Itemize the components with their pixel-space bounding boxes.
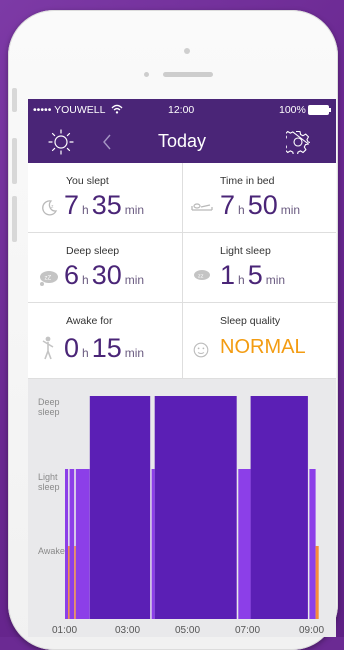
- bed-icon: [191, 203, 213, 211]
- deep-sleep-hours: 6: [64, 260, 80, 290]
- x-tick-label: 01:00: [52, 625, 78, 636]
- svg-text:zz: zz: [198, 274, 204, 280]
- column-divider: [182, 303, 183, 378]
- minutes-unit: min: [124, 346, 145, 360]
- stats-row-awake-quality: Awake for 0 h 15 min Sleep quality NORMAL: [28, 303, 336, 379]
- awake-for-value: 0 h 15 min: [64, 333, 147, 364]
- sleep-stage-bar: [151, 469, 155, 619]
- battery-percent: 100%: [279, 104, 306, 116]
- you-slept-hours: 7: [64, 190, 80, 220]
- wifi-icon: [111, 104, 123, 114]
- you-slept-value: 7 h 35 min: [64, 190, 147, 221]
- deep-sleep-cloud-icon: zZ: [40, 271, 58, 286]
- sleep-stage-bar: [309, 469, 316, 619]
- light-sleep-cloud-icon: zz: [194, 270, 210, 280]
- stat-you-slept: You slept z 7 h 35 min: [28, 163, 182, 232]
- deep-sleep-value: 6 h 30 min: [64, 260, 147, 291]
- proximity-sensor: [144, 72, 149, 77]
- light-sleep-label: Light sleep: [220, 245, 271, 257]
- svg-text:z: z: [51, 204, 54, 210]
- neutral-face-icon: [193, 342, 209, 358]
- stats-row-sleep-time: You slept z 7 h 35 min Time in bed 7 h 50 min: [28, 163, 336, 233]
- mute-switch: [12, 88, 17, 112]
- sleep-stage-bar: [69, 469, 75, 619]
- hours-unit: h: [238, 273, 245, 287]
- sleep-stage-bar: [238, 469, 251, 619]
- stat-time-in-bed: Time in bed 7 h 50 min: [182, 163, 336, 232]
- sleep-stage-bar: [68, 546, 70, 619]
- minutes-unit: min: [124, 273, 145, 287]
- minutes-unit: min: [265, 273, 286, 287]
- moon-icon: z: [42, 200, 58, 216]
- x-tick-label: 09:00: [299, 625, 325, 636]
- standing-person-icon: [42, 336, 54, 360]
- front-camera: [184, 48, 190, 54]
- sleep-stage-bar: [74, 546, 76, 619]
- hours-unit: h: [82, 346, 89, 360]
- volume-down-button: [12, 196, 17, 242]
- minutes-unit: min: [280, 203, 301, 217]
- you-slept-minutes: 35: [91, 190, 122, 220]
- time-in-bed-value: 7 h 50 min: [220, 190, 303, 221]
- sleep-stage-bar: [315, 546, 319, 619]
- sleep-stage-bar: [89, 396, 151, 619]
- deep-sleep-minutes: 30: [91, 260, 122, 290]
- battery-icon: [308, 105, 331, 115]
- earpiece-speaker: [163, 72, 213, 77]
- time-in-bed-label: Time in bed: [220, 175, 275, 187]
- stat-deep-sleep: Deep sleep zZ 6 h 30 min: [28, 233, 182, 302]
- clock-time: 12:00: [168, 104, 195, 116]
- x-tick-label: 07:00: [235, 625, 261, 636]
- stat-awake-for: Awake for 0 h 15 min: [28, 303, 182, 378]
- sleep-stage-bar: [65, 469, 69, 619]
- sleep-quality-value: NORMAL: [220, 336, 306, 358]
- volume-up-button: [12, 138, 17, 184]
- awake-for-label: Awake for: [66, 315, 113, 327]
- time-in-bed-hours: 7: [220, 190, 236, 220]
- x-tick-label: 03:00: [115, 625, 141, 636]
- light-sleep-minutes: 5: [247, 260, 263, 290]
- stat-sleep-quality: Sleep quality NORMAL: [182, 303, 336, 378]
- light-sleep-value: 1 h 5 min: [220, 260, 288, 291]
- awake-minutes: 15: [91, 333, 122, 363]
- minutes-unit: min: [124, 203, 145, 217]
- sleep-hypnogram-chart: Deep sleep Light sleep Awake 01:00 03:00…: [28, 379, 336, 637]
- hours-unit: h: [82, 273, 89, 287]
- column-divider: [182, 163, 183, 232]
- chart-plot-area: [65, 396, 319, 619]
- sleep-stage-bar: [250, 396, 308, 619]
- carrier-label: ••••• YOUWELL: [33, 104, 106, 116]
- stat-light-sleep: Light sleep zz 1 h 5 min: [182, 233, 336, 302]
- you-slept-label: You slept: [66, 175, 109, 187]
- deep-sleep-label: Deep sleep: [66, 245, 120, 257]
- svg-text:zZ: zZ: [45, 276, 52, 282]
- navigation-bar: Today: [28, 121, 336, 163]
- gear-icon[interactable]: [286, 130, 310, 154]
- sleep-stage-bar: [75, 469, 90, 619]
- hours-unit: h: [238, 203, 245, 217]
- awake-hours: 0: [64, 333, 80, 363]
- sleep-stage-bar: [154, 396, 237, 619]
- app-screen: ••••• YOUWELL 12:00 100% Today You slept…: [28, 99, 336, 637]
- time-in-bed-minutes: 50: [247, 190, 278, 220]
- x-tick-label: 05:00: [175, 625, 201, 636]
- column-divider: [182, 233, 183, 302]
- status-bar: ••••• YOUWELL 12:00 100%: [28, 99, 336, 121]
- light-sleep-hours: 1: [220, 260, 236, 290]
- sleep-quality-label: Sleep quality: [220, 315, 281, 327]
- stats-row-sleep-depth: Deep sleep zZ 6 h 30 min Light sleep zz 1h5…: [28, 233, 336, 303]
- hours-unit: h: [82, 203, 89, 217]
